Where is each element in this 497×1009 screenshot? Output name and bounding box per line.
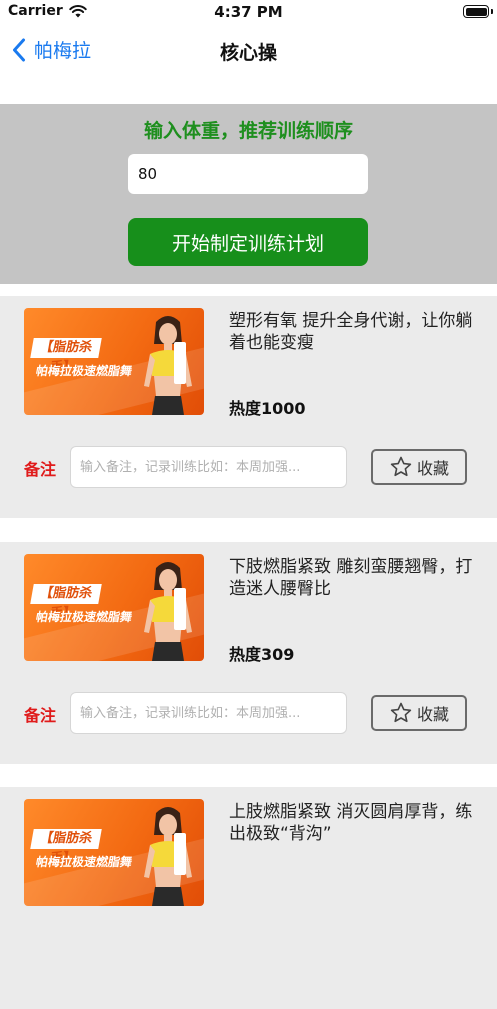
weight-prompt: 输入体重，推荐训练顺序	[143, 120, 353, 142]
course-thumbnail[interactable]: 【脂肪杀手】 帕梅拉极速燃脂舞	[24, 308, 204, 415]
star-icon	[390, 702, 412, 723]
navigation-bar: 帕梅拉 核心操	[0, 26, 497, 76]
note-input[interactable]	[70, 446, 347, 488]
thumbnail-tag	[174, 588, 186, 630]
course-card[interactable]: 【脂肪杀手】 帕梅拉极速燃脂舞 下肢燃脂紧致 雕刻蛮腰翘臀，打造迷人腰臀比 热度…	[0, 542, 497, 764]
status-bar: Carrier 4:37 PM	[0, 0, 497, 26]
trainer-figure-icon	[144, 562, 192, 661]
note-label: 备注	[24, 706, 57, 725]
weight-input[interactable]	[128, 154, 368, 194]
course-heat: 热度309	[229, 645, 295, 664]
thumbnail-badge: 【脂肪杀手】	[30, 338, 102, 375]
thumbnail-badge: 【脂肪杀手】	[30, 829, 102, 866]
thumbnail-tag	[174, 833, 186, 875]
course-card[interactable]: 【脂肪杀手】 帕梅拉极速燃脂舞 塑形有氧 提升全身代谢，让你躺着也能变瘦 热度1…	[0, 296, 497, 518]
weight-plan-panel: 输入体重，推荐训练顺序 开始制定训练计划	[0, 104, 497, 284]
thumbnail-badge: 【脂肪杀手】	[30, 584, 102, 621]
trainer-figure-icon	[144, 316, 192, 415]
battery-icon	[463, 5, 493, 18]
course-thumbnail[interactable]: 【脂肪杀手】 帕梅拉极速燃脂舞	[24, 554, 204, 661]
course-title[interactable]: 塑形有氧 提升全身代谢，让你躺着也能变瘦	[229, 310, 477, 354]
thumbnail-tag	[174, 342, 186, 384]
star-icon	[390, 456, 412, 477]
battery-tip	[490, 9, 493, 14]
status-time: 4:37 PM	[214, 3, 283, 21]
thumbnail-subtitle: 帕梅拉极速燃脂舞	[34, 610, 134, 624]
favorite-label: 收藏	[416, 705, 449, 724]
start-plan-button[interactable]: 开始制定训练计划	[128, 218, 368, 266]
course-title[interactable]: 下肢燃脂紧致 雕刻蛮腰翘臀，打造迷人腰臀比	[229, 556, 477, 600]
course-card[interactable]: 【脂肪杀手】 帕梅拉极速燃脂舞 上肢燃脂紧致 消灭圆肩厚背，练出极致“背沟”	[0, 787, 497, 1009]
favorite-button[interactable]: 收藏	[371, 695, 467, 731]
page-title: 核心操	[219, 42, 277, 64]
course-heat: 热度1000	[229, 399, 306, 418]
note-input[interactable]	[70, 692, 347, 734]
trainer-figure-icon	[144, 807, 192, 906]
course-title[interactable]: 上肢燃脂紧致 消灭圆肩厚背，练出极致“背沟”	[229, 801, 477, 845]
favorite-label: 收藏	[416, 459, 449, 478]
thumbnail-subtitle: 帕梅拉极速燃脂舞	[34, 855, 134, 869]
favorite-button[interactable]: 收藏	[371, 449, 467, 485]
thumbnail-subtitle: 帕梅拉极速燃脂舞	[34, 364, 134, 378]
battery-level	[465, 7, 487, 16]
course-thumbnail[interactable]: 【脂肪杀手】 帕梅拉极速燃脂舞	[24, 799, 204, 906]
note-label: 备注	[24, 460, 57, 479]
